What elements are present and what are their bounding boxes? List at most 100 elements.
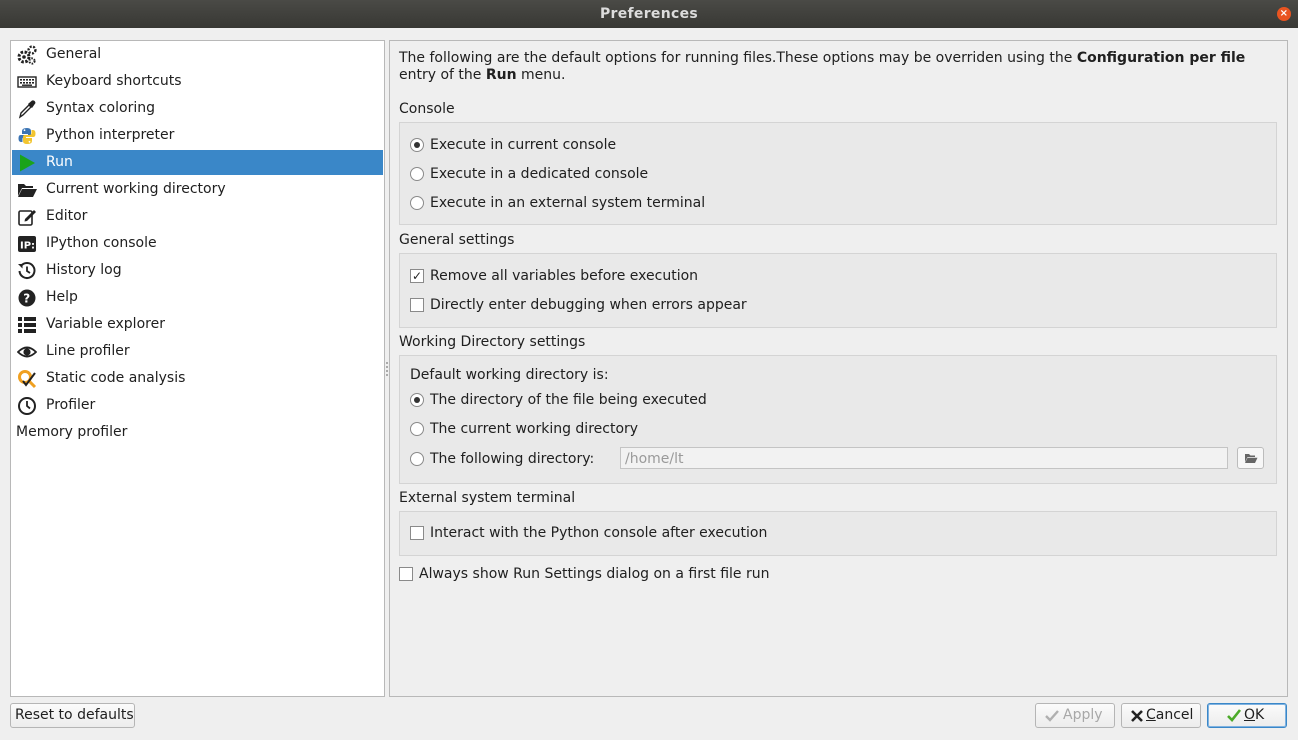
intro-text-part: menu. xyxy=(516,67,566,83)
sidebar-item-memory-profiler[interactable]: Memory profiler xyxy=(12,420,383,445)
option-label: Remove all variables before execution xyxy=(430,268,699,284)
run-settings-panel: The following are the default options fo… xyxy=(389,40,1288,697)
radio-button[interactable] xyxy=(410,138,424,152)
sidebar-item-ipython-console[interactable]: IP: IPython console xyxy=(12,231,383,256)
window-title: Preferences xyxy=(599,6,699,22)
radio-button[interactable] xyxy=(410,196,424,210)
help-icon: ? xyxy=(18,289,36,307)
gears-icon xyxy=(17,45,37,65)
sidebar-item-line-profiler[interactable]: Line profiler xyxy=(12,339,383,364)
intro-text-part: entry of the xyxy=(399,67,486,83)
working-directory-title: Working Directory settings xyxy=(399,334,586,350)
external-terminal-group: Interact with the Python console after e… xyxy=(399,511,1277,556)
radio-button[interactable] xyxy=(410,422,424,436)
sidebar-item-label: Editor xyxy=(46,208,88,224)
intro-text-bold: Configuration per file xyxy=(1076,50,1246,66)
subtitle-label: Default working directory is: xyxy=(410,367,609,383)
button-label: Reset to defaults xyxy=(15,707,134,723)
sidebar-item-label: Line profiler xyxy=(46,343,130,359)
play-icon xyxy=(20,154,35,172)
folder-open-icon xyxy=(1245,454,1258,463)
intro-text-bold: Run xyxy=(485,67,517,83)
keyboard-icon xyxy=(17,76,37,88)
ok-button[interactable]: OK xyxy=(1207,703,1287,728)
code-analysis-icon xyxy=(18,370,37,389)
mnemonic: O xyxy=(1244,707,1256,723)
clock-icon xyxy=(18,397,36,415)
apply-button[interactable]: Apply xyxy=(1035,703,1115,728)
option-label: Always show Run Settings dialog on a fir… xyxy=(419,566,770,582)
option-label: The directory of the file being executed xyxy=(430,392,707,408)
option-label: Execute in current console xyxy=(430,137,617,153)
console-group: Execute in current console Execute in a … xyxy=(399,122,1277,225)
sidebar-item-general[interactable]: General xyxy=(12,42,383,67)
sidebar-item-label: Run xyxy=(46,154,73,170)
general-settings-title: General settings xyxy=(399,232,515,248)
sidebar-item-run[interactable]: Run xyxy=(12,150,383,175)
checkbox[interactable] xyxy=(399,567,413,581)
option-label: Interact with the Python console after e… xyxy=(430,525,768,541)
history-icon xyxy=(18,262,36,280)
checkmark-icon xyxy=(1227,709,1242,722)
eye-icon xyxy=(17,346,37,358)
checkbox[interactable] xyxy=(410,298,424,312)
checkmark-icon xyxy=(1045,710,1059,722)
intro-text: The following are the default options fo… xyxy=(399,50,1279,84)
option-label: Execute in a dedicated console xyxy=(430,166,649,182)
ipython-icon: IP: xyxy=(18,236,36,252)
sidebar-item-label: Syntax coloring xyxy=(46,100,155,116)
button-label: Apply xyxy=(1063,707,1103,723)
option-label: Directly enter debugging when errors app… xyxy=(430,297,747,313)
python-icon xyxy=(18,128,36,144)
option-label: The current working directory xyxy=(430,421,639,437)
preferences-sidebar: General Keyboard shortcuts Syntax colori… xyxy=(10,40,385,697)
sidebar-item-label: Help xyxy=(46,289,78,305)
working-directory-subtitle: Default working directory is: xyxy=(410,364,609,386)
sidebar-item-label: Memory profiler xyxy=(16,424,128,440)
sidebar-item-editor[interactable]: Editor xyxy=(12,204,383,229)
edit-icon xyxy=(18,210,36,226)
radio-button[interactable] xyxy=(410,393,424,407)
cancel-button[interactable]: Cancel xyxy=(1121,703,1201,728)
sidebar-item-keyboard-shortcuts[interactable]: Keyboard shortcuts xyxy=(12,69,383,94)
svg-text:IP:: IP: xyxy=(20,241,35,252)
close-button[interactable]: × xyxy=(1277,7,1291,21)
browse-directory-button[interactable] xyxy=(1237,447,1264,469)
sidebar-item-static-code-analysis[interactable]: Static code analysis xyxy=(12,366,383,391)
radio-button[interactable] xyxy=(410,452,424,466)
svg-text:?: ? xyxy=(23,292,30,306)
close-icon: × xyxy=(1279,8,1289,19)
button-label-rest: ancel xyxy=(1155,707,1194,723)
button-label: OK xyxy=(1244,704,1264,727)
sidebar-item-label: History log xyxy=(46,262,122,278)
sidebar-item-python-interpreter[interactable]: Python interpreter xyxy=(12,123,383,148)
checkbox-checked[interactable]: ✓ xyxy=(410,269,424,283)
close-icon xyxy=(1131,710,1143,722)
radio-button[interactable] xyxy=(410,167,424,181)
external-terminal-title: External system terminal xyxy=(399,490,576,506)
sidebar-item-label: Keyboard shortcuts xyxy=(46,73,182,89)
mnemonic: C xyxy=(1146,707,1156,723)
sidebar-item-current-working-directory[interactable]: Current working directory xyxy=(12,177,383,202)
sidebar-item-label: Variable explorer xyxy=(46,316,165,332)
directory-input[interactable]: /home/lt xyxy=(620,447,1228,469)
option-label: The following directory: xyxy=(430,451,595,467)
eyedropper-icon xyxy=(18,100,36,119)
sidebar-item-label: IPython console xyxy=(46,235,157,251)
sidebar-item-history-log[interactable]: History log xyxy=(12,258,383,283)
folder-open-icon xyxy=(18,184,37,197)
sidebar-item-variable-explorer[interactable]: Variable explorer xyxy=(12,312,383,337)
option-label: Execute in an external system terminal xyxy=(430,195,706,211)
list-icon xyxy=(18,317,36,333)
checkbox[interactable] xyxy=(410,526,424,540)
console-section-title: Console xyxy=(399,101,455,117)
sidebar-item-help[interactable]: ? Help xyxy=(12,285,383,310)
sidebar-item-profiler[interactable]: Profiler xyxy=(12,393,383,418)
sidebar-item-label: Current working directory xyxy=(46,181,226,197)
working-directory-group: Default working directory is: The direct… xyxy=(399,355,1277,484)
sidebar-item-label: General xyxy=(46,46,102,62)
reset-to-defaults-button[interactable]: Reset to defaults xyxy=(10,703,135,728)
intro-text-part: The following are the default options fo… xyxy=(399,50,1077,66)
title-bar: Preferences × xyxy=(0,0,1298,28)
sidebar-item-syntax-coloring[interactable]: Syntax coloring xyxy=(12,96,383,121)
